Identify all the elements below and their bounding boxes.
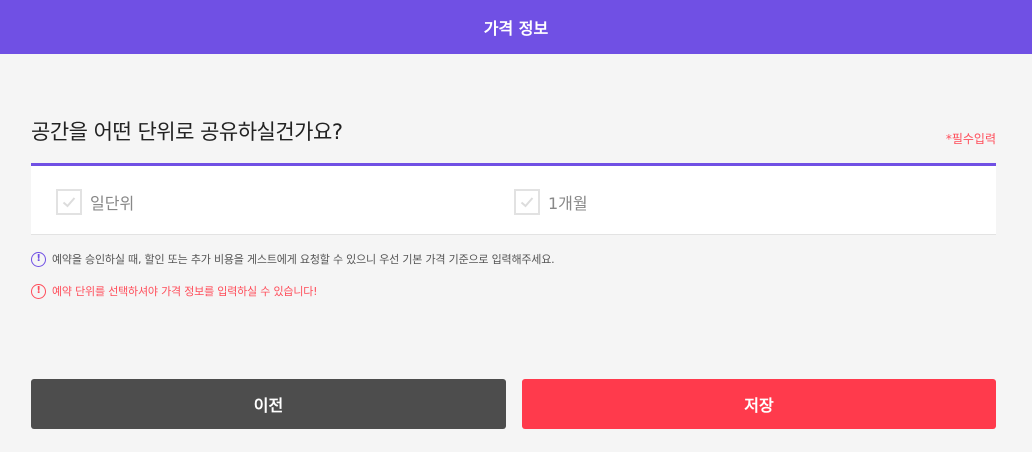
exclamation-circle-icon: !: [31, 283, 46, 299]
monthly-checkbox[interactable]: [514, 189, 540, 215]
daily-label: 일단위: [90, 194, 135, 213]
option-monthly[interactable]: 1개월: [514, 188, 588, 216]
check-icon: [62, 197, 76, 208]
info-notice: ! 예약을 승인하실 때, 할인 또는 추가 비용을 게스트에게 요청할 수 있…: [31, 250, 555, 268]
option-daily[interactable]: 일단위: [56, 188, 134, 216]
monthly-label: 1개월: [548, 194, 588, 213]
page-header: 가격 정보: [0, 0, 1032, 54]
daily-checkbox[interactable]: [56, 189, 82, 215]
prev-button[interactable]: 이전: [31, 379, 506, 429]
question-row: 공간을 어떤 단위로 공유하실건가요? *필수입력: [31, 114, 996, 150]
unit-options: 일단위 1개월: [31, 163, 996, 235]
check-icon: [520, 197, 534, 208]
header-title: 가격 정보: [483, 19, 549, 38]
warning-notice-text: 예약 단위를 선택하셔야 가격 정보를 입력하실 수 있습니다!: [52, 285, 318, 298]
required-label: *필수입력: [945, 132, 996, 146]
question-title: 공간을 어떤 단위로 공유하실건가요?: [31, 120, 343, 144]
exclamation-circle-icon: !: [31, 251, 46, 267]
info-notice-text: 예약을 승인하실 때, 할인 또는 추가 비용을 게스트에게 요청할 수 있으니…: [52, 253, 555, 266]
save-button[interactable]: 저장: [522, 379, 996, 429]
warning-notice: ! 예약 단위를 선택하셔야 가격 정보를 입력하실 수 있습니다!: [31, 282, 318, 300]
